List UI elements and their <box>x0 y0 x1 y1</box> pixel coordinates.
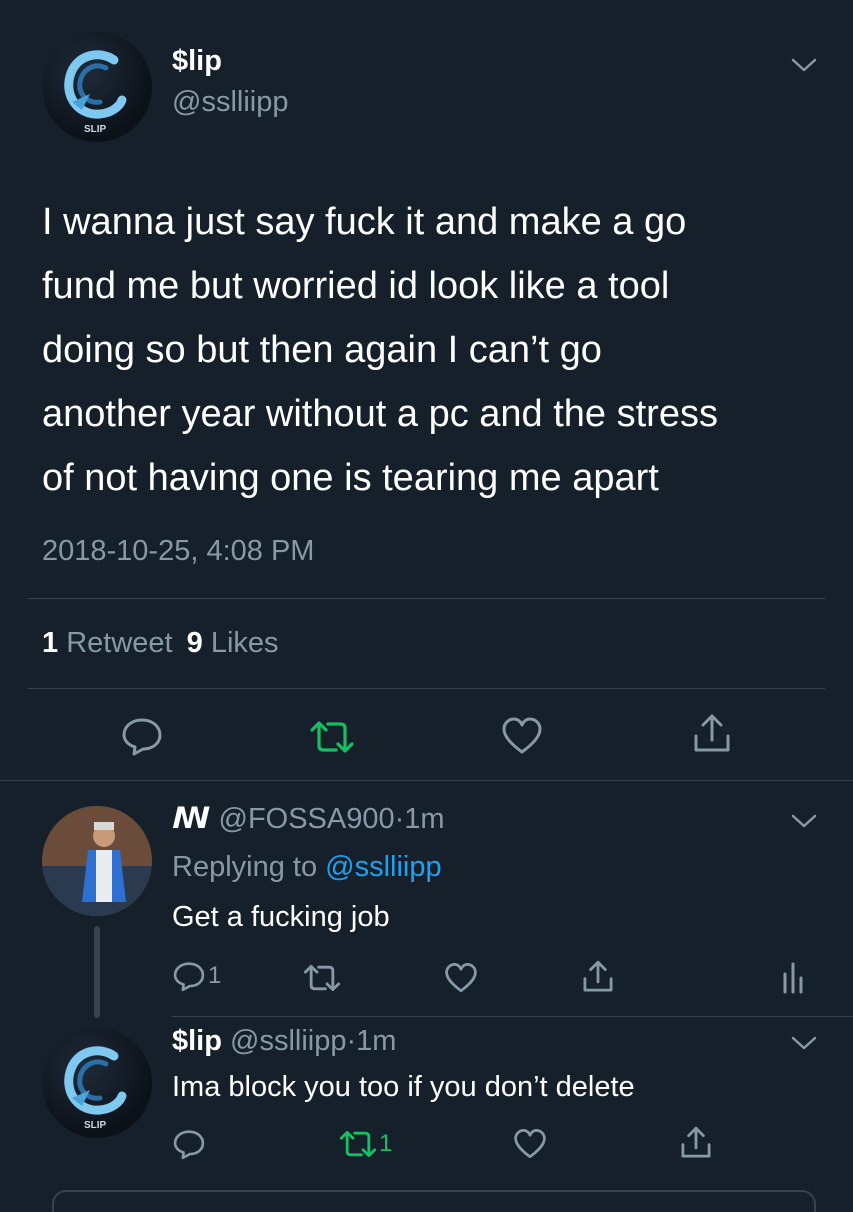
retweet-count-value: 1 <box>42 627 59 659</box>
analytics-icon[interactable] <box>780 960 806 994</box>
reply-header: ꟿ @FOSSA900·1m <box>172 800 445 838</box>
reply-text: Ima block you too if you don’t delete <box>172 1071 635 1103</box>
divider <box>28 688 825 689</box>
svg-text:SLIP: SLIP <box>84 1120 107 1131</box>
author-name[interactable]: $lip <box>172 1025 222 1057</box>
retweet-count-label: Retweet <box>66 627 173 659</box>
author-name[interactable]: $lip <box>172 44 222 78</box>
tweet-text-line: doing so but then again I can’t go <box>42 329 602 371</box>
chevron-down-icon[interactable] <box>790 1034 818 1052</box>
svg-text:SLIP: SLIP <box>84 124 107 135</box>
author-handle[interactable]: @sslliipp <box>172 85 288 119</box>
share-icon[interactable] <box>690 712 734 756</box>
retweet-icon[interactable] <box>302 962 342 994</box>
tweet-text: I wanna just say fuck it and make a go f… <box>42 190 832 510</box>
like-icon[interactable] <box>443 962 479 994</box>
tweet-text-line: I wanna just say fuck it and make a go <box>42 201 687 243</box>
reply-time[interactable]: 1m <box>404 803 444 835</box>
reply-icon <box>172 960 206 992</box>
reply-icon[interactable] <box>172 1128 206 1160</box>
slip-logo-icon: SLIP <box>64 50 127 135</box>
replying-to-label: Replying to <box>172 851 318 883</box>
author-handle[interactable]: @sslliipp <box>230 1025 346 1057</box>
like-icon[interactable] <box>500 716 544 756</box>
retweet-icon <box>338 1128 378 1160</box>
replying-to: Replying to @sslliipp <box>172 848 442 886</box>
chevron-down-icon[interactable] <box>790 812 818 830</box>
retweet-icon[interactable] <box>308 718 356 756</box>
tweet-stats: 1 Retweet 9 Likes <box>42 625 279 661</box>
tweet-timestamp[interactable]: 2018-10-25, 4:08 PM <box>42 533 314 569</box>
like-count[interactable]: 9 Likes <box>187 627 279 659</box>
reply-count: 1 <box>208 962 222 989</box>
like-icon[interactable] <box>512 1128 548 1160</box>
divider <box>0 780 853 781</box>
profile-photo-icon <box>42 806 152 916</box>
retweet-count[interactable]: 1 Retweet <box>42 627 181 659</box>
avatar[interactable] <box>42 806 152 916</box>
thread-line <box>94 926 100 1018</box>
retweet-button[interactable]: 1 <box>338 1128 392 1160</box>
compose-bar[interactable] <box>52 1190 816 1212</box>
chevron-down-icon[interactable] <box>790 56 818 74</box>
replying-to-link[interactable]: @sslliipp <box>325 851 441 883</box>
tweet-text-line: of not having one is tearing me apart <box>42 457 659 499</box>
share-icon[interactable] <box>580 958 616 996</box>
author-handle[interactable]: @FOSSA900 <box>219 803 395 835</box>
reply-header: $lip @sslliipp·1m <box>172 1022 396 1060</box>
retweet-count: 1 <box>379 1130 393 1157</box>
like-count-label: Likes <box>210 627 279 659</box>
avatar[interactable]: SLIP <box>42 1028 152 1138</box>
reply-text: Get a fucking job <box>172 901 390 933</box>
slip-logo-icon: SLIP <box>64 1046 127 1131</box>
divider <box>172 1016 853 1017</box>
like-count-value: 9 <box>186 627 203 659</box>
author-name[interactable]: ꟿ <box>172 803 210 835</box>
avatar[interactable]: SLIP <box>42 32 152 142</box>
tweet-text-line: another year without a pc and the stress <box>42 393 718 435</box>
reply-button[interactable]: 1 <box>172 960 221 992</box>
share-icon[interactable] <box>678 1124 714 1162</box>
reply-icon[interactable] <box>120 716 164 756</box>
divider <box>28 598 825 599</box>
separator-dot: · <box>346 1025 357 1057</box>
separator-dot: · <box>394 803 405 835</box>
tweet-text-line: fund me but worried id look like a tool <box>42 265 670 307</box>
reply-time[interactable]: 1m <box>356 1025 396 1057</box>
